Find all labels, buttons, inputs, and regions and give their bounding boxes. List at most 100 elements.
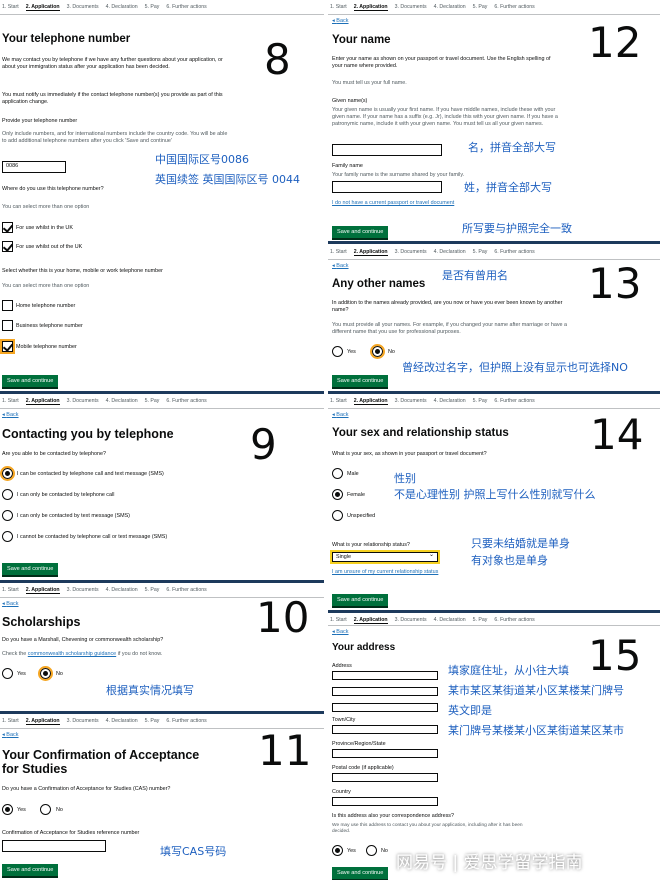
step-application[interactable]: 2. Application [25,4,60,11]
step-application[interactable]: 2. Application [25,398,60,405]
back-link[interactable]: ◂ Back [2,601,19,607]
step-pay[interactable]: 5. Pay [473,617,488,623]
step-declaration[interactable]: 4. Declaration [106,398,138,404]
step-documents[interactable]: 3. Documents [67,4,99,10]
back-link[interactable]: ◂ Back [332,412,349,418]
step-start[interactable]: 1. Start [2,718,19,724]
back-link[interactable]: ◂ Back [332,629,349,635]
step-application[interactable]: 2. Application [353,4,388,11]
step-application[interactable]: 2. Application [353,249,388,256]
provide-hint: Only include numbers, and for internatio… [2,131,228,144]
step-documents[interactable]: 3. Documents [395,398,427,404]
radio-male[interactable] [332,468,343,479]
save-and-continue-button[interactable]: Save and continue [332,375,389,387]
radio-female[interactable] [332,489,343,500]
step-documents[interactable]: 3. Documents [395,4,427,10]
step-pay[interactable]: 5. Pay [145,4,160,10]
radio-yes[interactable] [332,346,343,357]
checkbox-in-uk[interactable] [2,222,13,233]
step-start[interactable]: 1. Start [330,617,347,623]
save-and-continue-button[interactable]: Save and continue [2,864,59,876]
step-start[interactable]: 1. Start [330,398,347,404]
back-link[interactable]: ◂ Back [2,732,19,738]
step-application[interactable]: 2. Application [353,617,388,624]
hint-text: You must provide all your names. For exa… [332,322,568,335]
save-and-continue-button[interactable]: Save and continue [332,594,389,606]
step-pay[interactable]: 5. Pay [473,249,488,255]
checkbox-out-uk[interactable] [2,241,13,252]
step-further-actions[interactable]: 6. Further actions [166,4,206,10]
step-start[interactable]: 1. Start [2,587,19,593]
step-application[interactable]: 2. Application [353,398,388,405]
radio-no[interactable] [370,344,385,359]
step-further-actions[interactable]: 6. Further actions [494,617,534,623]
checkbox-home[interactable] [2,300,13,311]
back-link[interactable]: ◂ Back [332,263,349,269]
radio-no[interactable] [40,804,51,815]
address-line-3-input[interactable] [332,703,438,712]
step-pay[interactable]: 5. Pay [473,4,488,10]
step-declaration[interactable]: 4. Declaration [434,617,466,623]
step-documents[interactable]: 3. Documents [67,718,99,724]
save-and-continue-button[interactable]: Save and continue [2,563,59,575]
radio-no-label: No [388,349,395,355]
checkbox-mobile[interactable] [0,339,15,354]
radio-no-contact[interactable] [2,531,13,542]
step-application[interactable]: 2. Application [25,718,60,725]
radio-call-only[interactable] [2,489,13,500]
radio-yes[interactable] [2,668,13,679]
step-further-actions[interactable]: 6. Further actions [166,398,206,404]
save-and-continue-button[interactable]: Save and continue [332,226,389,238]
radio-call-and-sms[interactable] [0,466,15,481]
province-input[interactable] [332,749,438,758]
step-further-actions[interactable]: 6. Further actions [494,398,534,404]
checkbox-business[interactable] [2,320,13,331]
telephone-input[interactable]: 0086 [2,161,66,173]
radio-unspecified[interactable] [332,510,343,521]
step-application[interactable]: 2. Application [25,587,60,594]
step-further-actions[interactable]: 6. Further actions [166,718,206,724]
step-pay[interactable]: 5. Pay [145,587,160,593]
step-documents[interactable]: 3. Documents [67,398,99,404]
radio-sms-only[interactable] [2,510,13,521]
step-further-actions[interactable]: 6. Further actions [494,249,534,255]
step-further-actions[interactable]: 6. Further actions [494,4,534,10]
radio-yes[interactable] [332,845,343,856]
step-pay[interactable]: 5. Pay [145,718,160,724]
step-start[interactable]: 1. Start [2,4,19,10]
step-declaration[interactable]: 4. Declaration [106,4,138,10]
address-line-2-input[interactable] [332,687,438,696]
no-passport-link[interactable]: I do not have a current passport or trav… [332,200,454,207]
cas-reference-input[interactable] [2,840,106,852]
radio-no[interactable] [366,845,377,856]
relationship-unsure-link[interactable]: I am unsure of my current relationship s… [332,569,438,576]
address-line-1-input[interactable] [332,671,438,680]
back-link[interactable]: ◂ Back [332,18,349,24]
back-link[interactable]: ◂ Back [2,412,19,418]
step-declaration[interactable]: 4. Declaration [434,398,466,404]
radio-no[interactable] [38,666,53,681]
step-start[interactable]: 1. Start [330,249,347,255]
step-further-actions[interactable]: 6. Further actions [166,587,206,593]
save-and-continue-button[interactable]: Save and continue [332,867,389,879]
step-declaration[interactable]: 4. Declaration [434,4,466,10]
step-declaration[interactable]: 4. Declaration [106,718,138,724]
step-pay[interactable]: 5. Pay [473,398,488,404]
scholarship-guidance-link[interactable]: commonwealth scholarship guidance [28,651,116,657]
town-input[interactable] [332,725,438,734]
save-and-continue-button[interactable]: Save and continue [2,375,59,387]
step-documents[interactable]: 3. Documents [395,249,427,255]
step-documents[interactable]: 3. Documents [67,587,99,593]
step-declaration[interactable]: 4. Declaration [106,587,138,593]
step-documents[interactable]: 3. Documents [395,617,427,623]
step-start[interactable]: 1. Start [330,4,347,10]
radio-yes[interactable] [2,804,13,815]
step-declaration[interactable]: 4. Declaration [434,249,466,255]
postal-code-input[interactable] [332,773,438,782]
relationship-select[interactable]: Single [330,550,440,564]
given-name-input[interactable] [332,144,442,156]
step-start[interactable]: 1. Start [2,398,19,404]
step-pay[interactable]: 5. Pay [145,398,160,404]
family-name-input[interactable] [332,181,442,193]
country-input[interactable] [332,797,438,806]
